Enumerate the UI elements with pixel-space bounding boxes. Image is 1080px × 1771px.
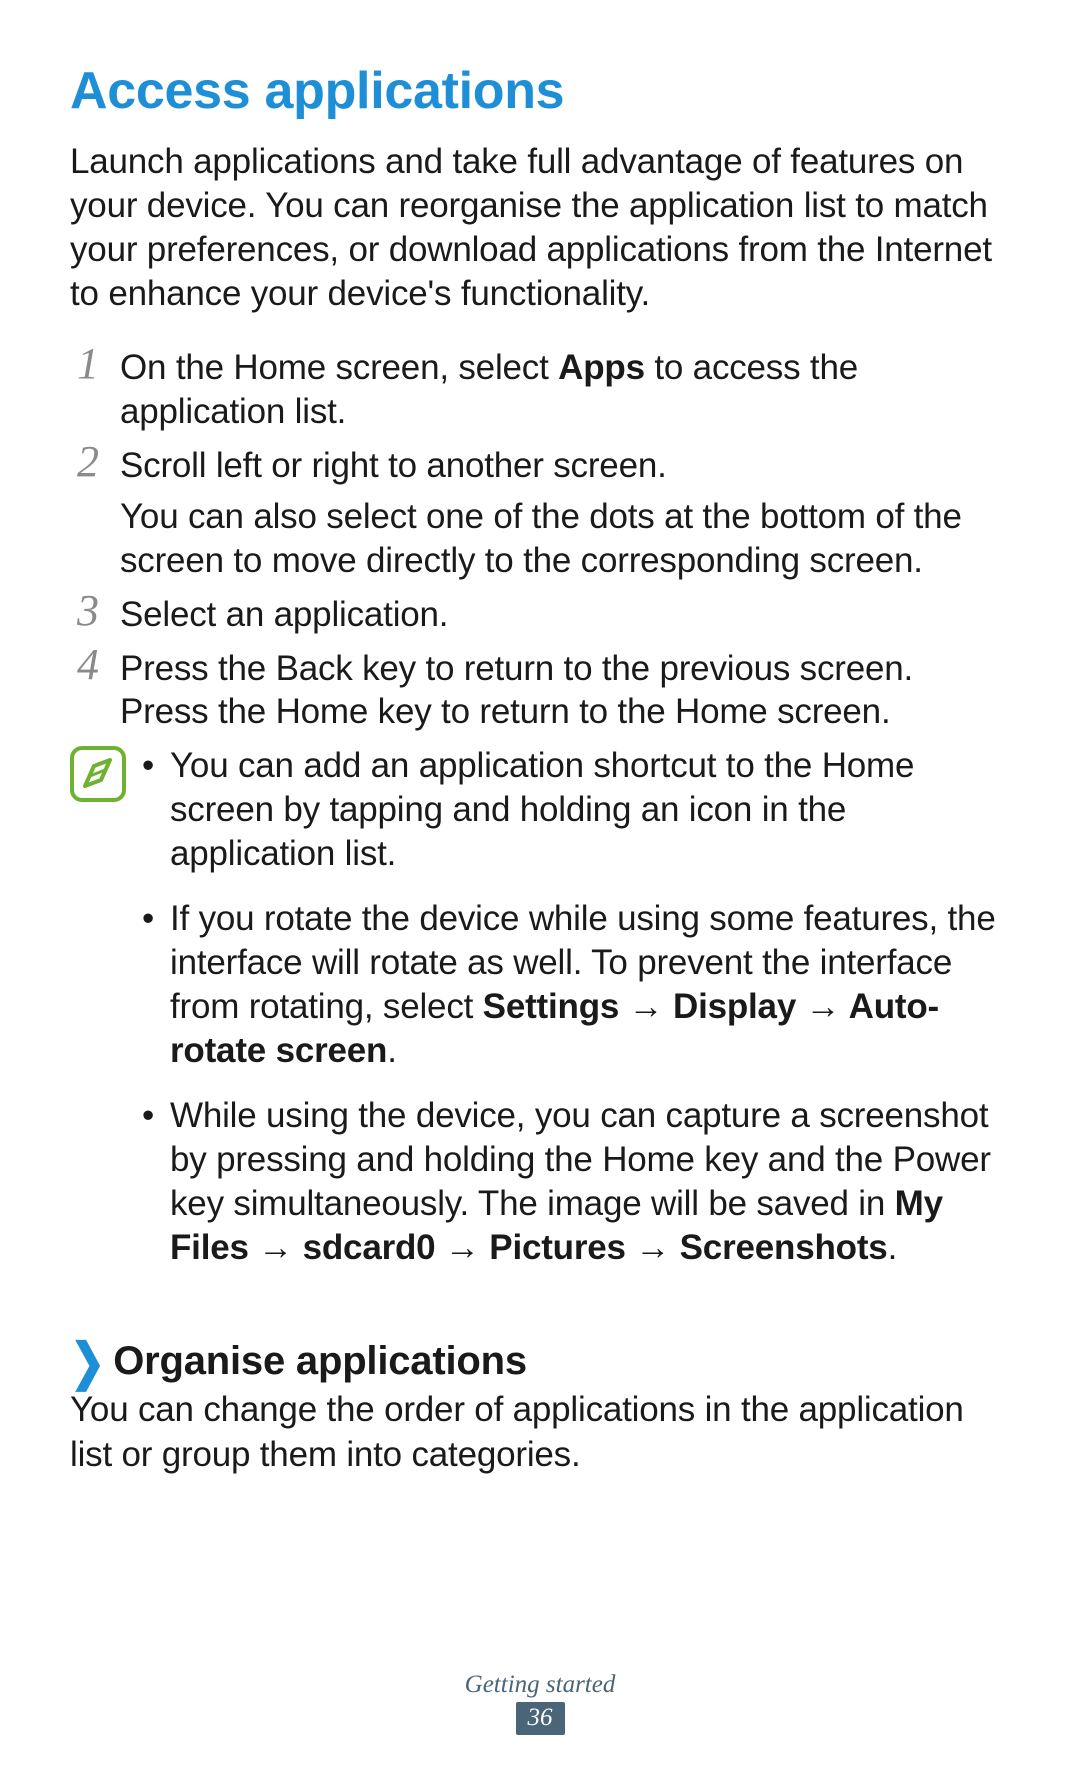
page-number-badge: 36 <box>516 1702 565 1735</box>
step-number: 1 <box>70 342 106 386</box>
page-title: Access applications <box>70 62 1010 122</box>
note-text: If you rotate the device while using som… <box>170 897 1010 1072</box>
note-text: You can add an application shortcut to t… <box>170 744 1010 875</box>
note-item-2: • If you rotate the device while using s… <box>142 897 1010 1072</box>
step-2-line2: You can also select one of the dots at t… <box>120 495 1010 583</box>
bullet-icon: • <box>142 897 160 941</box>
step-1: 1 On the Home screen, select Apps to acc… <box>70 346 1010 434</box>
footer-section-label: Getting started <box>0 1671 1080 1699</box>
step-number: 2 <box>70 440 106 484</box>
note-2-text-b: . <box>387 1031 397 1070</box>
sub-heading: ❯ Organise applications <box>70 1339 1010 1384</box>
step-1-bold: Apps <box>558 348 645 387</box>
step-1-text-a: On the Home screen, select <box>120 348 558 387</box>
step-2-line1: Scroll left or right to another screen. <box>120 446 667 485</box>
manual-page: Access applications Launch applications … <box>0 0 1080 1771</box>
note-3-text-b: . <box>888 1228 898 1267</box>
intro-text: Launch applications and take full advant… <box>70 140 1010 316</box>
note-text: While using the device, you can capture … <box>170 1094 1010 1269</box>
sub-intro-text: You can change the order of applications… <box>70 1388 1010 1476</box>
step-text: On the Home screen, select Apps to acces… <box>120 346 1010 434</box>
note-item-1: • You can add an application shortcut to… <box>142 744 1010 875</box>
step-number: 3 <box>70 589 106 633</box>
note-icon <box>70 746 126 1291</box>
bullet-icon: • <box>142 744 160 788</box>
sub-heading-title: Organise applications <box>113 1339 527 1384</box>
note-item-3: • While using the device, you can captur… <box>142 1094 1010 1269</box>
step-text: Scroll left or right to another screen. … <box>120 444 1010 583</box>
step-4: 4 Press the Back key to return to the pr… <box>70 647 1010 735</box>
step-text: Select an application. <box>120 593 448 637</box>
step-list: 1 On the Home screen, select Apps to acc… <box>70 346 1010 734</box>
bullet-icon: • <box>142 1094 160 1138</box>
note-3-text-a: While using the device, you can capture … <box>170 1096 991 1223</box>
step-number: 4 <box>70 643 106 687</box>
step-2: 2 Scroll left or right to another screen… <box>70 444 1010 583</box>
step-text: Press the Back key to return to the prev… <box>120 647 1010 735</box>
chevron-right-icon: ❯ <box>70 1337 105 1387</box>
note-list: • You can add an application shortcut to… <box>142 744 1010 1291</box>
note-block: • You can add an application shortcut to… <box>70 744 1010 1291</box>
step-3: 3 Select an application. <box>70 593 1010 637</box>
page-footer: Getting started 36 <box>0 1671 1080 1735</box>
